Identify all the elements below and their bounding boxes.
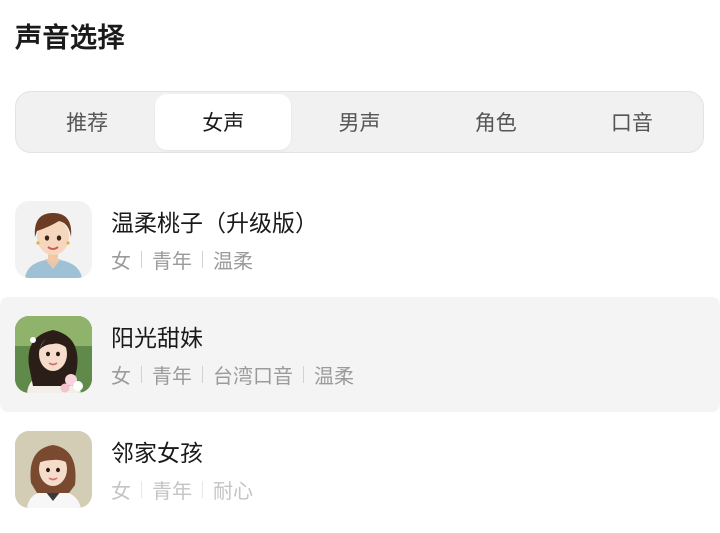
voice-tags: 女 青年 耐心 [111,475,253,504]
tag-gender: 女 [111,249,131,273]
tag-divider [202,481,203,498]
tag-divider [141,481,142,498]
page-title: 声音选择 [15,23,125,54]
girl-with-flowers-avatar-image [15,316,92,393]
voice-item-linjia-nvhai[interactable]: 邻家女孩 女 青年 耐心 [0,412,720,527]
girl-next-door-avatar-image [15,431,92,508]
voice-name: 邻家女孩 [111,441,203,467]
tag-age: 青年 [152,364,192,388]
cartoon-girl-avatar-image [15,201,92,278]
voice-name: 温柔桃子（升级版） [111,211,318,237]
avatar [15,316,92,393]
tag-age: 青年 [152,249,192,273]
tab-female[interactable]: 女声 [155,94,292,150]
voice-list: 温柔桃子（升级版） 女 青年 温柔 阳光甜妹 女 青年 台湾口音 温柔 邻家女孩… [0,182,720,527]
tag-accent: 台湾口音 [213,364,293,388]
tag-divider [303,366,304,383]
tag-divider [202,251,203,268]
avatar [15,431,92,508]
tag-divider [141,251,142,268]
voice-tags: 女 青年 台湾口音 温柔 [111,360,354,389]
tag-gender: 女 [111,479,131,503]
tag-gender: 女 [111,364,131,388]
voice-item-yangguang-tianmei[interactable]: 阳光甜妹 女 青年 台湾口音 温柔 [0,297,720,412]
voice-category-tabs: 推荐 女声 男声 角色 口音 [15,91,704,153]
voice-name: 阳光甜妹 [111,326,203,352]
tab-male[interactable]: 男声 [291,94,427,150]
tab-recommended[interactable]: 推荐 [19,94,155,150]
tag-divider [141,366,142,383]
tag-divider [202,366,203,383]
tag-age: 青年 [152,479,192,503]
voice-item-wenrou-taozi[interactable]: 温柔桃子（升级版） 女 青年 温柔 [0,182,720,297]
avatar [15,201,92,278]
voice-tags: 女 青年 温柔 [111,245,253,274]
tag-style: 耐心 [213,479,253,503]
tab-accent[interactable]: 口音 [564,94,700,150]
tab-character[interactable]: 角色 [428,94,564,150]
tag-style: 温柔 [314,364,354,388]
tag-style: 温柔 [213,249,253,273]
